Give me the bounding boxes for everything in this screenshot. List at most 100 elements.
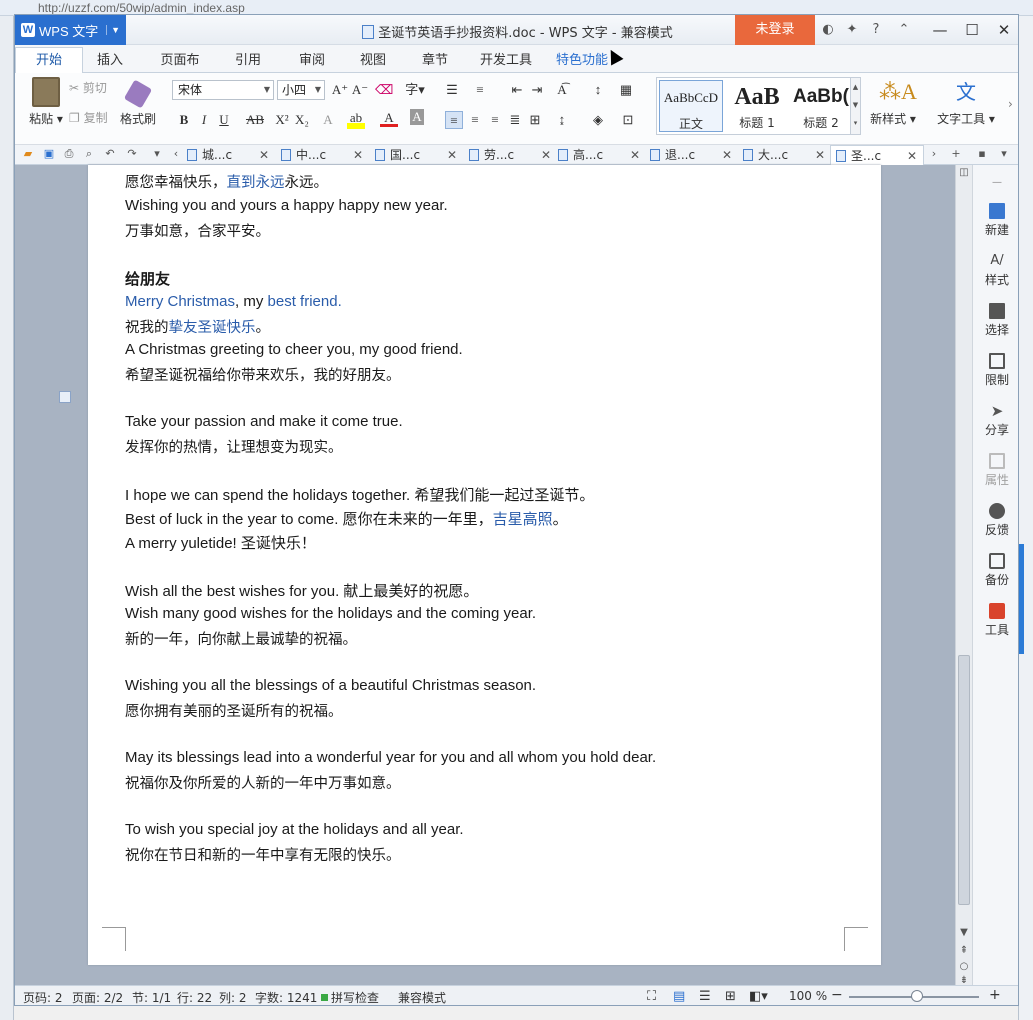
zoom-in-icon[interactable]: + bbox=[989, 987, 1001, 1003]
zoom-slider-thumb[interactable] bbox=[911, 990, 923, 1002]
distribute-icon[interactable]: ⊞ bbox=[526, 111, 544, 129]
web-view-icon[interactable]: ⊞ bbox=[725, 989, 736, 1004]
sidebar-item-new[interactable]: 新建 bbox=[973, 203, 1018, 238]
doc-tab[interactable]: 大...c ✕ bbox=[743, 145, 835, 165]
cut-button[interactable]: ✂ 剪切 bbox=[69, 79, 107, 96]
sidebar-item-style[interactable]: A/ 样式 bbox=[973, 253, 1018, 288]
qat-dropdown-icon[interactable]: ▾ bbox=[150, 147, 164, 161]
outline-view-icon[interactable]: ☰ bbox=[699, 989, 711, 1004]
number-list-icon[interactable]: ≡ bbox=[471, 81, 489, 99]
scrollbar-thumb[interactable] bbox=[958, 655, 970, 905]
tab-view[interactable]: 视图 bbox=[360, 51, 386, 73]
font-color-icon[interactable]: A bbox=[380, 109, 398, 127]
reading-view-icon[interactable]: ◧▾ bbox=[749, 989, 768, 1004]
bold-icon[interactable]: B bbox=[175, 111, 193, 129]
undo-icon[interactable]: ↶ bbox=[103, 147, 117, 161]
doc-tab[interactable]: 城...c ✕ bbox=[187, 145, 279, 165]
text-effect-icon[interactable]: A bbox=[319, 111, 337, 129]
ribbon-more-icon[interactable]: › bbox=[1008, 97, 1013, 111]
close-tab-icon[interactable]: ✕ bbox=[907, 146, 917, 166]
style-heading-2[interactable]: AaBb( 标题 2 bbox=[789, 80, 853, 132]
select-browse-icon[interactable]: ○ bbox=[956, 961, 972, 972]
align-center-icon[interactable]: ≡ bbox=[466, 111, 484, 129]
sidebar-item-backup[interactable]: 备份 bbox=[973, 553, 1018, 588]
zoom-level[interactable]: 100 % bbox=[789, 989, 827, 1003]
copy-button[interactable]: ❐ 复制 bbox=[69, 109, 108, 126]
justify-icon[interactable]: ≣ bbox=[506, 111, 524, 129]
style-gallery-scroll[interactable]: ▲ ▼ ▾ bbox=[850, 78, 860, 134]
status-word-count[interactable]: 字数: 1241 bbox=[255, 989, 317, 1005]
doc-tab[interactable]: 中...c ✕ bbox=[281, 145, 373, 165]
tabs-scroll-right-icon[interactable]: › bbox=[927, 147, 941, 161]
shirt-icon[interactable]: ✦ bbox=[841, 19, 863, 41]
tab-list-icon[interactable]: ▪ bbox=[975, 147, 989, 161]
tab-page-layout[interactable]: 页面布局 bbox=[155, 51, 205, 88]
close-tab-icon[interactable]: ✕ bbox=[722, 145, 732, 165]
pinyin-icon[interactable]: 字▾ bbox=[400, 81, 430, 99]
close-tab-icon[interactable]: ✕ bbox=[447, 145, 457, 165]
paragraph-marker-icon[interactable] bbox=[59, 391, 71, 403]
scroll-down-icon[interactable]: ▼ bbox=[956, 927, 972, 938]
sidebar-item-feedback[interactable]: 反馈 bbox=[973, 503, 1018, 538]
tab-home[interactable]: 开始 bbox=[15, 47, 83, 74]
border-icon[interactable]: ⊡ bbox=[619, 111, 637, 129]
status-spell-check[interactable]: 拼写检查 bbox=[321, 989, 379, 1005]
tab-special-features[interactable]: 特色功能 bbox=[556, 51, 608, 73]
text-tools-button[interactable]: 文 文字工具 ▾ bbox=[933, 77, 999, 127]
tab-chapter[interactable]: 章节 bbox=[422, 51, 448, 73]
prev-page-icon[interactable]: ⇞ bbox=[956, 945, 972, 956]
print-preview-icon[interactable]: ⌕ bbox=[82, 147, 96, 161]
close-button[interactable]: ✕ bbox=[988, 15, 1018, 45]
doc-tab[interactable]: 高...c ✕ bbox=[558, 145, 650, 165]
line-spacing-icon[interactable]: ↨ bbox=[553, 111, 571, 129]
document-page[interactable]: 愿您幸福快乐，直到永远永远。 Wishing you and yours a h… bbox=[88, 165, 881, 965]
font-name-select[interactable]: 宋体 ▼ bbox=[172, 80, 274, 100]
clear-format-icon[interactable]: ⌫ bbox=[375, 81, 393, 99]
doc-tab[interactable]: 国...c ✕ bbox=[375, 145, 467, 165]
grow-font-icon[interactable]: A⁺ bbox=[331, 81, 349, 99]
split-view-icon[interactable]: ◫ bbox=[956, 167, 972, 178]
close-tab-icon[interactable]: ✕ bbox=[630, 145, 640, 165]
doc-tab-active[interactable]: 圣...c ✕ bbox=[830, 145, 924, 165]
tab-developer[interactable]: 开发工具 bbox=[480, 51, 532, 73]
font-size-select[interactable]: 小四 ▼ bbox=[277, 80, 325, 100]
format-painter-button[interactable]: 格式刷 bbox=[113, 77, 163, 127]
subscript-icon[interactable]: X₂ bbox=[293, 111, 311, 129]
minimize-button[interactable]: — bbox=[924, 15, 956, 45]
sidebar-item-restrict[interactable]: 限制 bbox=[973, 353, 1018, 388]
bullet-list-icon[interactable]: ☰ bbox=[443, 81, 461, 99]
table-grid-icon[interactable]: ▦ bbox=[617, 81, 635, 99]
sidebar-item-share[interactable]: ➤ 分享 bbox=[973, 403, 1018, 438]
page-view-icon[interactable]: ▤ bbox=[673, 989, 685, 1004]
help-icon[interactable]: ? bbox=[865, 19, 887, 41]
decrease-indent-icon[interactable]: ⇤ bbox=[508, 81, 526, 99]
tab-references[interactable]: 引用 bbox=[235, 51, 261, 73]
maximize-button[interactable]: ☐ bbox=[956, 15, 988, 45]
redo-icon[interactable]: ↷ bbox=[125, 147, 139, 161]
close-tab-icon[interactable]: ✕ bbox=[259, 145, 269, 165]
collapse-ribbon-icon[interactable]: ⌃ bbox=[889, 19, 919, 41]
save-icon[interactable]: ▣ bbox=[42, 147, 56, 161]
new-tab-icon[interactable]: + bbox=[949, 147, 963, 161]
italic-icon[interactable]: I bbox=[195, 111, 213, 129]
align-left-icon[interactable]: ≡ bbox=[445, 111, 463, 129]
close-tab-icon[interactable]: ✕ bbox=[815, 145, 825, 165]
fullscreen-view-icon[interactable]: ⛶ bbox=[647, 989, 656, 1004]
tab-review[interactable]: 审阅 bbox=[299, 51, 325, 73]
sidebar-item-tools[interactable]: 工具 bbox=[973, 603, 1018, 638]
close-tab-icon[interactable]: ✕ bbox=[541, 145, 551, 165]
print-icon[interactable]: ⎙ bbox=[62, 147, 76, 161]
sidebar-item-select[interactable]: 选择 bbox=[973, 303, 1018, 338]
superscript-icon[interactable]: X² bbox=[273, 111, 291, 129]
align-right-icon[interactable]: ≡ bbox=[486, 111, 504, 129]
shrink-font-icon[interactable]: A⁻ bbox=[351, 81, 369, 99]
tab-menu-icon[interactable]: ▾ bbox=[997, 147, 1011, 161]
login-button[interactable]: 未登录 bbox=[735, 15, 815, 45]
new-style-button[interactable]: ⁂A 新样式 ▾ bbox=[865, 77, 921, 127]
paste-button[interactable]: 粘贴 ▾ bbox=[21, 77, 71, 127]
pane-collapse-icon[interactable]: — bbox=[973, 177, 1018, 188]
strikethrough-icon[interactable]: AB bbox=[243, 111, 267, 129]
char-shading-icon[interactable]: A bbox=[410, 109, 424, 125]
sort-icon[interactable]: ↕ bbox=[589, 81, 607, 99]
increase-indent-icon[interactable]: ⇥ bbox=[528, 81, 546, 99]
